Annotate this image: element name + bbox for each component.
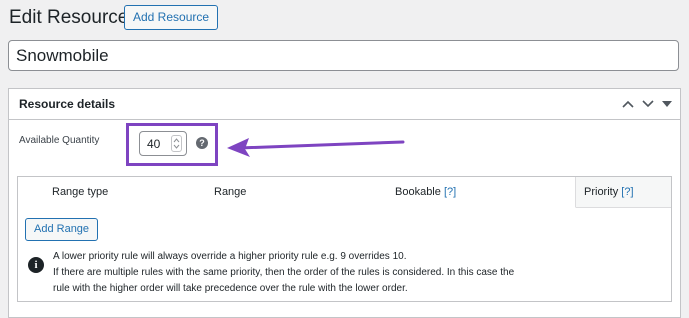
priority-note-line-1: A lower priority rule will always overri… xyxy=(53,251,407,262)
column-priority: Priority [?] xyxy=(584,186,634,198)
arrow-annotation xyxy=(227,138,405,157)
column-bookable-label: Bookable xyxy=(395,186,441,198)
column-range-type: Range type xyxy=(52,186,109,198)
panel-header: Resource details xyxy=(9,89,680,120)
add-range-button[interactable]: Add Range xyxy=(25,218,99,241)
chevron-down-icon[interactable] xyxy=(639,95,657,113)
page-title: Edit Resource xyxy=(9,7,129,28)
available-quantity-label: Available Quantity xyxy=(19,135,100,146)
info-icon: i xyxy=(28,257,44,273)
bookable-help-link[interactable]: [?] xyxy=(444,186,456,198)
help-icon[interactable]: ? xyxy=(196,137,208,149)
chevron-up-icon[interactable] xyxy=(619,95,637,113)
available-quantity-value: 40 xyxy=(147,137,161,151)
available-quantity-input[interactable]: 40 xyxy=(139,131,187,156)
ranges-table-header: Range type Range Bookable [?] Priority [… xyxy=(18,177,671,208)
priority-note-line-2: If there are multiple rules with the sam… xyxy=(53,267,515,278)
priority-note-line-3: rule with the higher order will take pre… xyxy=(53,283,408,294)
column-bookable: Bookable [?] xyxy=(395,186,456,198)
quantity-stepper[interactable] xyxy=(171,135,182,152)
panel-title: Resource details xyxy=(19,97,116,111)
priority-help-link[interactable]: [?] xyxy=(621,186,633,198)
ranges-table: Range type Range Bookable [?] Priority [… xyxy=(17,176,672,302)
resource-details-panel: Resource details Available Quantity 40 ?… xyxy=(8,88,681,318)
column-priority-label: Priority xyxy=(584,186,619,198)
column-range: Range xyxy=(214,186,247,198)
resource-title-input[interactable]: Snowmobile xyxy=(8,40,679,71)
add-resource-button[interactable]: Add Resource xyxy=(124,5,219,30)
caret-down-icon[interactable] xyxy=(658,95,676,113)
